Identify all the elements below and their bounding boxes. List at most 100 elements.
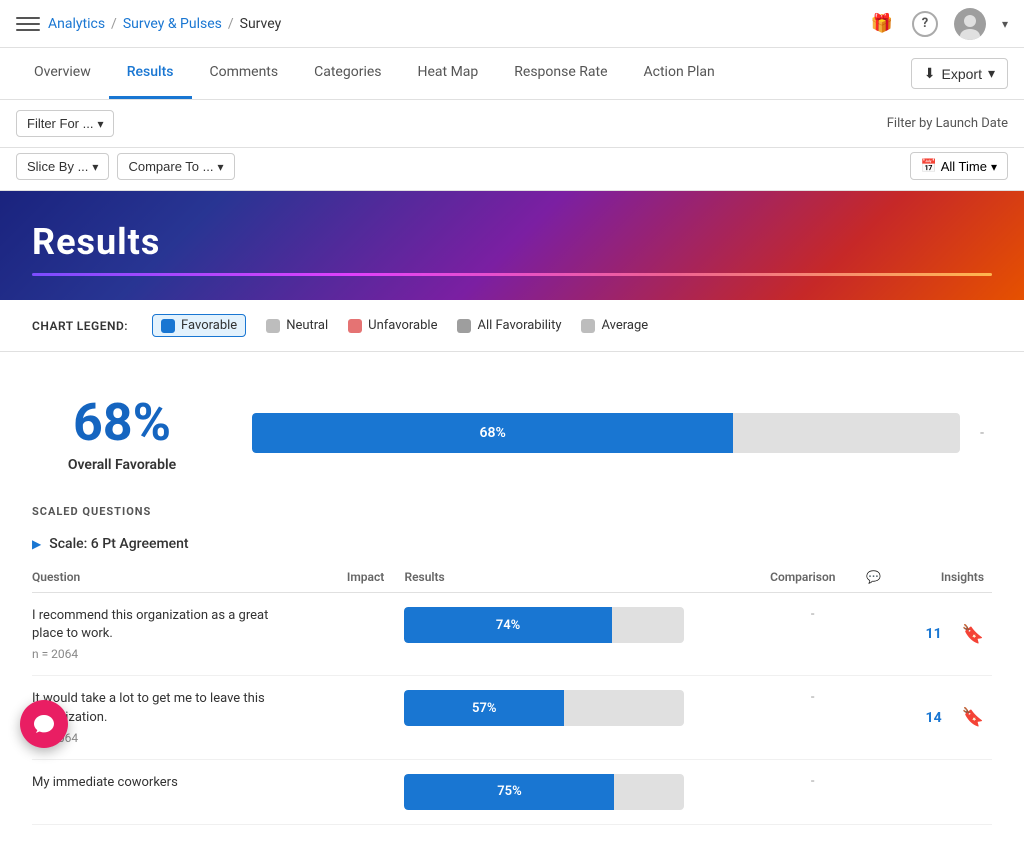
neutral-dot	[266, 319, 280, 333]
insights-cell-2: 14 🔖	[892, 676, 992, 759]
legend-unfavorable[interactable]: Unfavorable	[348, 318, 437, 333]
bar-container-3: 75%	[404, 774, 684, 810]
filter-bar-bottom: Slice By ... Compare To ... 📅 All Time	[0, 148, 1024, 191]
all-time-button[interactable]: 📅 All Time	[910, 152, 1008, 180]
breadcrumb: Analytics / Survey & Pulses / Survey	[48, 16, 281, 32]
results-cell-3: 75%	[404, 759, 770, 824]
slice-by-button[interactable]: Slice By ...	[16, 153, 109, 180]
legend-bar: CHART LEGEND: Favorable Neutral Unfavora…	[0, 300, 1024, 352]
col-header-insights: Insights	[892, 562, 992, 593]
impact-cell-2	[347, 676, 405, 759]
bar-container-1: 74%	[404, 607, 684, 643]
results-banner: Results	[0, 191, 1024, 300]
all-favorability-dot	[457, 319, 471, 333]
comparison-cell-2: -	[770, 676, 863, 759]
time-chevron	[991, 159, 997, 174]
col-header-comparison: Comparison	[770, 562, 863, 593]
filter-bar-right: Filter by Launch Date	[887, 116, 1008, 131]
filter-bar-left: Filter For ...	[16, 110, 114, 137]
legend-items: Favorable Neutral Unfavorable All Favora…	[152, 314, 648, 337]
insights-count-1: 11	[914, 626, 954, 642]
legend-all-favorability[interactable]: All Favorability	[457, 318, 561, 333]
impact-cell-3	[347, 759, 405, 824]
user-avatar[interactable]	[954, 8, 986, 40]
bookmark-icon-1[interactable]: 🔖	[962, 624, 984, 645]
gift-icon[interactable]: 🎁	[868, 10, 896, 38]
legend-neutral[interactable]: Neutral	[266, 318, 328, 333]
question-text-3: My immediate coworkers	[32, 774, 272, 792]
overall-score: 68% Overall Favorable	[32, 392, 212, 473]
filter-for-button[interactable]: Filter For ...	[16, 110, 114, 137]
filter-bar-bottom-left: Slice By ... Compare To ...	[16, 153, 235, 180]
user-dropdown-arrow[interactable]: ▾	[1002, 17, 1008, 31]
scale-group-header[interactable]: ▶ Scale: 6 Pt Agreement	[32, 526, 992, 562]
table-header-row: Question Impact Results Comparison 💬 Ins…	[32, 562, 992, 593]
nav-tabs-left: Overview Results Comments Categories Hea…	[16, 48, 733, 99]
results-cell-2: 57%	[404, 676, 770, 759]
filter-bar: Filter For ... Filter by Launch Date	[0, 100, 1024, 148]
bar-fill-3: 75%	[404, 774, 614, 810]
question-cell-3: My immediate coworkers	[32, 759, 347, 824]
legend-average[interactable]: Average	[581, 318, 648, 333]
table-row: My immediate coworkers 75% -	[32, 759, 992, 824]
unfavorable-dot	[348, 319, 362, 333]
filter-bar-bottom-right: 📅 All Time	[910, 152, 1008, 180]
breadcrumb-sep-2: /	[228, 16, 234, 32]
scaled-questions-header: SCALED QUESTIONS	[32, 489, 992, 526]
insights-count-2: 14	[914, 710, 954, 726]
overall-comparison: -	[972, 425, 992, 441]
filter-for-chevron	[97, 116, 103, 131]
help-icon[interactable]: ?	[912, 11, 938, 37]
chat-bubble[interactable]	[20, 700, 68, 748]
table-row: It would take a lot to get me to leave t…	[32, 676, 992, 759]
tab-heat-map[interactable]: Heat Map	[400, 48, 497, 99]
impact-cell-1	[347, 593, 405, 676]
overall-percentage: 68%	[32, 392, 212, 453]
comparison-cell-1: -	[770, 593, 863, 676]
hamburger-menu[interactable]	[16, 12, 40, 36]
tab-categories[interactable]: Categories	[296, 48, 399, 99]
results-banner-line	[32, 273, 992, 276]
scale-group-triangle: ▶	[32, 537, 41, 551]
insights-cell-3	[892, 759, 992, 824]
bookmark-icon-2[interactable]: 🔖	[962, 707, 984, 728]
breadcrumb-survey-pulses[interactable]: Survey & Pulses	[123, 16, 222, 32]
question-n-1: n = 2064	[32, 647, 339, 661]
nav-tabs-bar: Overview Results Comments Categories Hea…	[0, 48, 1024, 100]
tab-results[interactable]: Results	[109, 48, 192, 99]
scale-group-title: Scale: 6 Pt Agreement	[49, 536, 188, 552]
compare-to-button[interactable]: Compare To ...	[117, 153, 234, 180]
tab-action-plan[interactable]: Action Plan	[626, 48, 733, 99]
bar-container-2: 57%	[404, 690, 684, 726]
overall-bar-area: 68% -	[252, 413, 992, 453]
bar-fill-2: 57%	[404, 690, 564, 726]
question-text-2: It would take a lot to get me to leave t…	[32, 690, 272, 726]
table-row: I recommend this organization as a great…	[32, 593, 992, 676]
export-icon: ⬇	[924, 65, 936, 82]
compare-to-chevron	[217, 159, 223, 174]
col-header-results: Results	[404, 562, 770, 593]
export-button[interactable]: ⬇ Export ▾	[911, 58, 1008, 89]
legend-favorable[interactable]: Favorable	[152, 314, 246, 337]
export-dropdown-icon: ▾	[988, 65, 995, 82]
col-header-chat: 💬	[863, 562, 892, 593]
tab-response-rate[interactable]: Response Rate	[496, 48, 625, 99]
overall-bar-fill: 68%	[252, 413, 733, 453]
col-header-impact: Impact	[347, 562, 405, 593]
insights-cell-1: 11 🔖	[892, 593, 992, 676]
breadcrumb-analytics[interactable]: Analytics	[48, 16, 105, 32]
favorable-dot	[161, 319, 175, 333]
slice-by-chevron	[92, 159, 98, 174]
header-left: Analytics / Survey & Pulses / Survey	[16, 12, 281, 36]
calendar-icon: 📅	[921, 158, 937, 174]
tab-overview[interactable]: Overview	[16, 48, 109, 99]
question-cell-1: I recommend this organization as a great…	[32, 593, 347, 676]
overall-section: 68% Overall Favorable 68% -	[32, 376, 992, 489]
average-dot	[581, 319, 595, 333]
tab-comments[interactable]: Comments	[192, 48, 297, 99]
results-cell-1: 74%	[404, 593, 770, 676]
comparison-cell-3: -	[770, 759, 863, 824]
filter-launch-date-label: Filter by Launch Date	[887, 116, 1008, 131]
chat-icon: 💬	[866, 570, 881, 584]
question-cell-2: It would take a lot to get me to leave t…	[32, 676, 347, 759]
